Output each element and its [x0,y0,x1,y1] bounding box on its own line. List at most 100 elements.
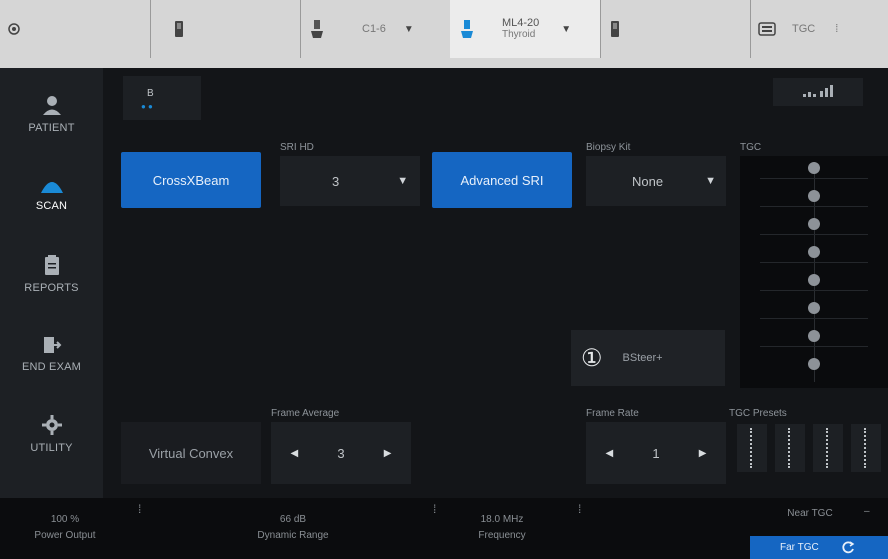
frame-average-label: Frame Average [271,408,340,419]
nav-label-end-exam: END EXAM [21,361,82,373]
active-probe-name: ML4-20 [502,17,540,29]
nav-item-scan[interactable]: SCAN [0,154,103,234]
tgc-label: TGC [740,142,762,153]
end-exam-icon [43,337,61,353]
nav-item-utility[interactable]: UTILITY [0,394,103,474]
tgc-gridline [760,318,868,319]
sri-hd-label: SRI HD [280,142,314,153]
tgc-knob[interactable] [808,162,820,174]
chevron-down-icon[interactable]: ▼ [404,24,414,35]
biopsy-kit-label: Biopsy Kit [586,142,631,153]
bars-icon [803,85,833,97]
active-probe-preset: Thyroid [502,29,536,40]
transducer-icon [310,19,324,39]
tgc-gridline [760,234,868,235]
probe-slot-c1-6[interactable]: C1-6 ▼ [300,0,451,58]
frequency-label: Frequency [478,530,526,541]
advanced-sri-button[interactable]: Advanced SRI [432,152,572,208]
tgc-knob[interactable] [808,190,820,202]
dynamic-range-handle[interactable]: ⁞ [433,502,436,516]
display-options-button[interactable] [773,78,863,106]
tgc-preset-4[interactable] [851,424,881,472]
bsteer-button[interactable]: ① BSteer+ [571,330,725,386]
nav-item-patient[interactable]: PATIENT [0,74,103,154]
probe-icon [610,20,620,38]
power-output-label: Power Output [34,530,96,541]
patient-icon [42,96,61,115]
increment-arrow-icon[interactable]: ▶ [384,448,392,459]
biopsy-kit-dropdown[interactable]: None ▼ [586,156,726,206]
nav-item-reports[interactable]: REPORTS [0,234,103,314]
callout-number: ① [581,344,603,372]
keyboard-icon [758,22,776,36]
nav-label-utility: UTILITY [30,442,73,454]
tgc-preset-curve [788,428,792,468]
frame-average-value: 3 [337,445,345,461]
power-output-value: 100 % [50,514,80,525]
tgc-top-handle[interactable]: ⁞ [835,23,838,35]
chevron-down-icon: ▼ [705,175,716,187]
frame-average-stepper[interactable]: ◀ 3 ▶ [271,422,411,484]
nav-label-patient: PATIENT [28,122,75,134]
increment-arrow-icon[interactable]: ▶ [699,448,707,459]
top-toolbar: C1-6 ▼ ML4-20 Thyroid ▼ TGC ⁞ [0,0,888,68]
probe-icon [174,20,184,38]
tgc-gridline [760,178,868,179]
active-probe-info: ML4-20 Thyroid [502,17,539,41]
tgc-preset-1[interactable] [737,424,767,472]
decrement-arrow-icon[interactable]: ◀ [291,448,299,459]
tgc-preset-curve [826,428,830,468]
decrement-arrow-icon[interactable]: ◀ [606,448,614,459]
tgc-preset-3[interactable] [813,424,843,472]
crossxbeam-button[interactable]: CrossXBeam [121,152,261,208]
power-output-handle[interactable]: ⁞ [138,502,141,516]
frame-rate-stepper[interactable]: ◀ 1 ▶ [586,422,726,484]
chevron-down-icon[interactable]: ▼ [561,24,571,35]
main-panel: B ● ● CrossXBeam SRI HD 3 ▼ Advanced SRI… [103,68,888,498]
far-tgc-button[interactable]: Far TGC [750,536,888,559]
tgc-knob[interactable] [808,302,820,314]
biopsy-kit-value: None [632,173,664,189]
probe-slot-active[interactable]: ML4-20 Thyroid ▼ [450,0,601,58]
tgc-knob[interactable] [808,330,820,342]
frame-rate-value: 1 [652,445,660,461]
left-nav: PATIENT SCAN REPORTS END EXAM UTILITY [0,68,103,498]
frequency-value: 18.0 MHz [480,514,524,525]
probe-slot-4[interactable] [600,0,751,58]
dynamic-range-label: Dynamic Range [257,530,329,541]
sri-hd-value: 3 [332,173,340,189]
power-segment[interactable] [0,0,151,58]
tgc-gridline [760,262,868,263]
tgc-preset-2[interactable] [775,424,805,472]
tab-b-mode[interactable]: B ● ● [123,76,201,120]
tgc-preset-curve [750,428,754,468]
dynamic-range-value: 66 dB [279,514,307,525]
tgc-knob[interactable] [808,246,820,258]
nav-label-scan: SCAN [35,200,68,212]
bsteer-label: BSteer+ [622,352,663,364]
transducer-active-icon [460,19,474,39]
tab-b-label: B [147,88,154,99]
tgc-knob[interactable] [808,358,820,370]
scan-icon [40,182,63,193]
far-tgc-label: Far TGC [780,542,819,553]
virtual-convex-button[interactable]: Virtual Convex [121,422,261,484]
tgc-knob[interactable] [808,218,820,230]
tgc-segment[interactable]: TGC ⁞ [750,0,888,58]
near-tgc-handle[interactable]: – [864,506,870,517]
frequency-handle[interactable]: ⁞ [578,502,581,516]
power-icon[interactable] [8,23,20,35]
probe-slot-1[interactable] [150,0,301,58]
near-tgc-label[interactable]: Near TGC [770,508,850,519]
reports-icon [44,255,59,275]
tgc-knob[interactable] [808,274,820,286]
tab-indicator-dots: ● ● [141,102,153,111]
nav-label-reports: REPORTS [24,282,79,294]
tgc-gridline [760,206,868,207]
tgc-top-label: TGC [792,23,816,35]
chevron-down-icon: ▼ [397,175,409,187]
nav-item-end-exam[interactable]: END EXAM [0,314,103,394]
sri-hd-dropdown[interactable]: 3 ▼ [280,156,420,206]
tgc-gridline [760,346,868,347]
tgc-slider-panel[interactable] [740,156,888,388]
